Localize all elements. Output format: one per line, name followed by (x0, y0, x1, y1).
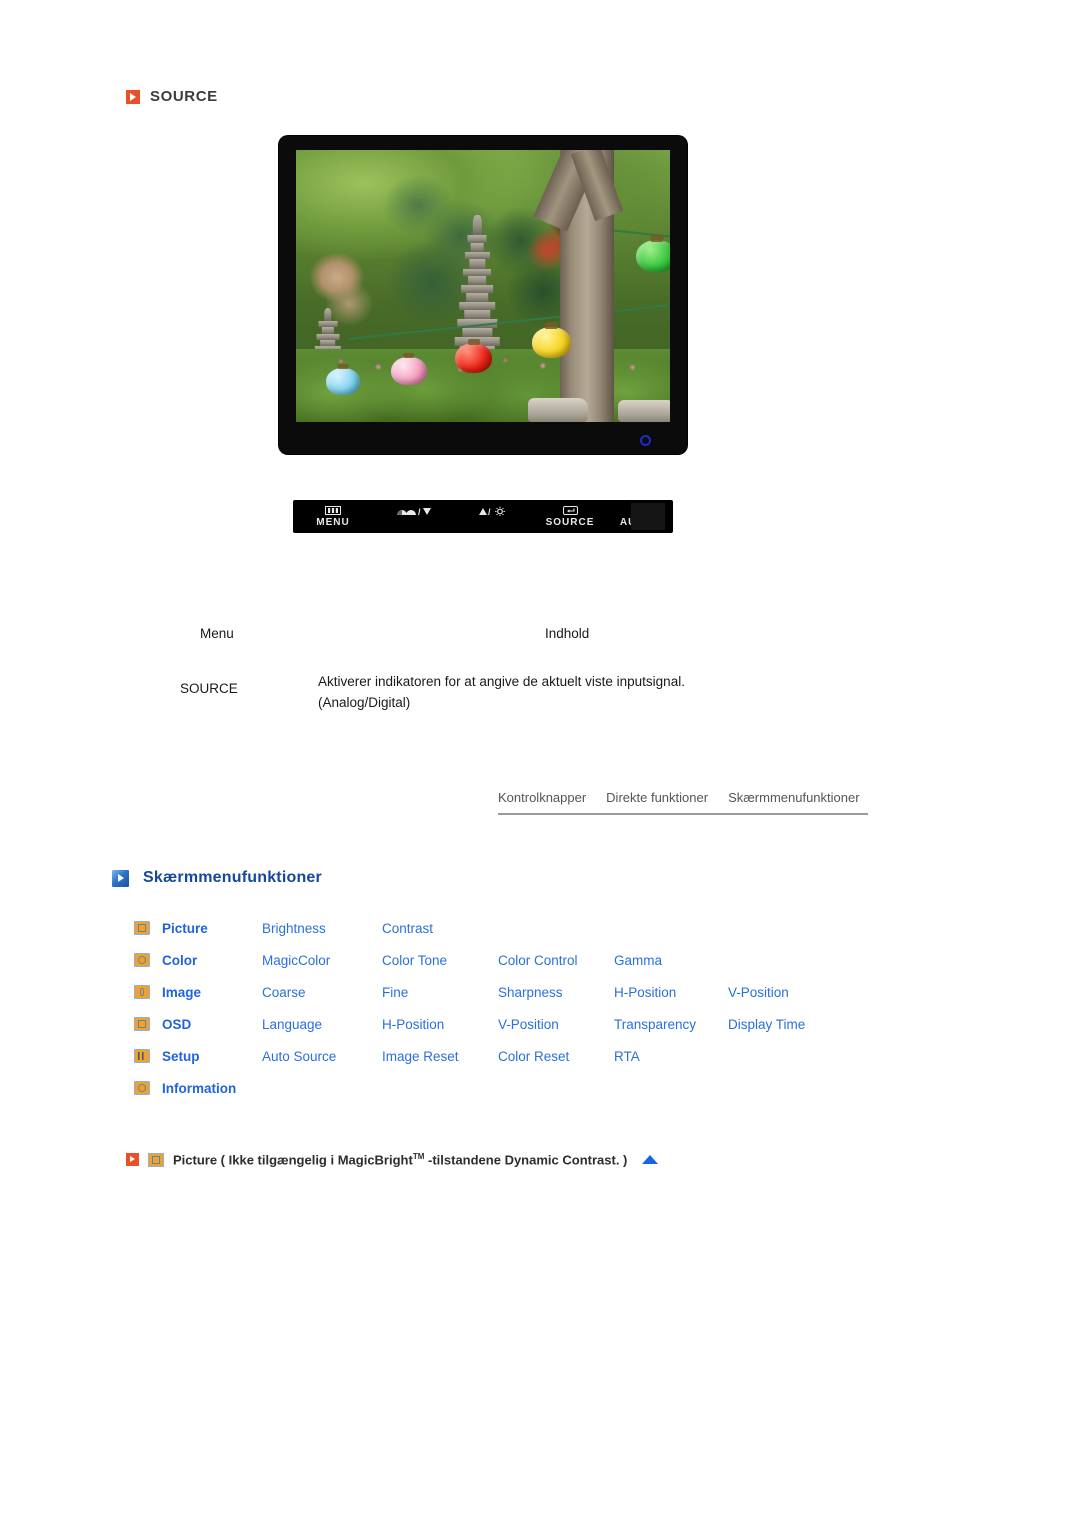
arrow-right-orange-icon (126, 1153, 139, 1167)
osd-row-picture: Picture Brightness Contrast (134, 912, 848, 944)
tabs-divider (498, 813, 868, 815)
osd-row-image: Image Coarse Fine Sharpness H-Position V… (134, 976, 848, 1008)
tab-direkte-funktioner[interactable]: Direkte funktioner (606, 790, 708, 805)
picture-icon (134, 921, 150, 935)
osd-item-gamma[interactable]: Gamma (614, 953, 728, 968)
osd-item-color-reset[interactable]: Color Reset (498, 1049, 614, 1064)
osd-category-osd[interactable]: OSD (162, 1017, 262, 1032)
arrow-right-blue-icon (112, 869, 129, 887)
osd-item-auto-source[interactable]: Auto Source (262, 1049, 382, 1064)
osd-item-color-control[interactable]: Color Control (498, 953, 614, 968)
up-brightness-icon: / (451, 506, 533, 516)
setup-icon (134, 1049, 150, 1063)
header-indhold: Indhold (545, 626, 590, 641)
tab-kontrolknapper[interactable]: Kontrolknapper (498, 790, 586, 805)
caption-text-after: -tilstandene Dynamic Contrast. ) (424, 1152, 628, 1168)
osd-category-information[interactable]: Information (162, 1081, 262, 1096)
arrow-right-orange-icon (126, 89, 140, 104)
osd-row-color: Color MagicColor Color Tone Color Contro… (134, 944, 848, 976)
lantern-red (454, 343, 493, 374)
row-menu-label: SOURCE (180, 681, 238, 696)
lantern-yellow (531, 326, 571, 359)
tab-navigation: Kontrolknapper Direkte funktioner Skærmm… (498, 790, 868, 815)
osd-item-image-reset[interactable]: Image Reset (382, 1049, 498, 1064)
osd-item-rta[interactable]: RTA (614, 1049, 728, 1064)
contrast-down-icon: / (373, 506, 451, 516)
power-button[interactable] (631, 503, 665, 530)
osd-item-brightness[interactable]: Brightness (262, 921, 382, 936)
osd-menu-grid: Picture Brightness Contrast Color MagicC… (134, 912, 848, 1104)
section-heading-label: Skærmmenufunktioner (143, 869, 322, 886)
osd-item-language[interactable]: Language (262, 1017, 382, 1032)
color-icon (134, 953, 150, 967)
power-led-icon (640, 435, 651, 446)
caption-text: Picture ( Ikke tilgængelig i MagicBright… (173, 1152, 627, 1167)
lantern-pink (391, 356, 427, 386)
row-content: Aktiverer indikatoren for at angive de a… (318, 672, 685, 714)
trademark-symbol: TM (412, 1152, 425, 1161)
rock-foreground (527, 397, 588, 422)
osd-item-h-position-image[interactable]: H-Position (614, 985, 728, 1000)
menu-bars-icon (293, 505, 373, 515)
rock-right (617, 400, 670, 422)
osd-category-color[interactable]: Color (162, 953, 262, 968)
row-content-line2: (Analog/Digital) (318, 694, 411, 710)
osd-item-magiccolor[interactable]: MagicColor (262, 953, 382, 968)
up-brightness-button[interactable]: / / (451, 506, 533, 528)
osd-item-h-position-osd[interactable]: H-Position (382, 1017, 498, 1032)
row-content-line1: Aktiverer indikatoren for at angive de a… (318, 674, 685, 689)
osd-category-image[interactable]: Image (162, 985, 262, 1000)
picture-caption: Picture ( Ikke tilgængelig i MagicBright… (126, 1152, 659, 1167)
osd-category-setup[interactable]: Setup (162, 1049, 262, 1064)
menu-button[interactable]: MENU (293, 505, 373, 528)
picture-icon (148, 1152, 164, 1167)
monitor-control-bar: MENU / / / (293, 500, 673, 533)
osd-icon (134, 1017, 150, 1031)
information-icon (134, 1081, 150, 1095)
osd-item-coarse[interactable]: Coarse (262, 985, 382, 1000)
osd-row-setup: Setup Auto Source Image Reset Color Rese… (134, 1040, 848, 1072)
osd-row-information: Information (134, 1072, 848, 1104)
garden-photo (296, 150, 670, 422)
monitor-illustration (279, 136, 687, 454)
enter-return-icon (533, 505, 607, 515)
lantern-blue (325, 367, 360, 395)
source-section-header: SOURCE (126, 88, 218, 105)
tab-skaermmenufunktioner[interactable]: Skærmmenufunktioner (728, 790, 860, 805)
osd-item-v-position-image[interactable]: V-Position (728, 985, 848, 1000)
contrast-down-button[interactable]: / / (373, 506, 451, 528)
table-header-row: Menu Indhold (180, 626, 900, 672)
osd-item-contrast[interactable]: Contrast (382, 921, 498, 936)
source-header-label: SOURCE (150, 88, 218, 105)
source-info-table: Menu Indhold SOURCE Aktiverer indikatore… (180, 626, 900, 710)
header-menu: Menu (200, 626, 234, 641)
section-heading: Skærmmenufunktioner (112, 869, 322, 887)
osd-row-osd: OSD Language H-Position V-Position Trans… (134, 1008, 848, 1040)
svg-text:/: / (488, 507, 492, 516)
osd-item-sharpness[interactable]: Sharpness (498, 985, 614, 1000)
scroll-to-top-arrow-icon[interactable] (642, 1155, 659, 1165)
menu-button-label: MENU (316, 516, 350, 528)
lantern-green (636, 239, 670, 273)
image-icon (134, 985, 150, 999)
source-button[interactable]: SOURCE (533, 505, 607, 528)
osd-item-display-time[interactable]: Display Time (728, 1017, 848, 1032)
osd-category-picture[interactable]: Picture (162, 921, 262, 936)
monitor-screen (296, 150, 670, 422)
osd-item-transparency[interactable]: Transparency (614, 1017, 728, 1032)
osd-item-color-tone[interactable]: Color Tone (382, 953, 498, 968)
svg-text:/: / (418, 507, 422, 516)
osd-item-fine[interactable]: Fine (382, 985, 498, 1000)
caption-text-before: Picture ( Ikke tilgængelig i MagicBright (173, 1152, 413, 1168)
osd-item-v-position-osd[interactable]: V-Position (498, 1017, 614, 1032)
source-button-label: SOURCE (545, 516, 595, 528)
